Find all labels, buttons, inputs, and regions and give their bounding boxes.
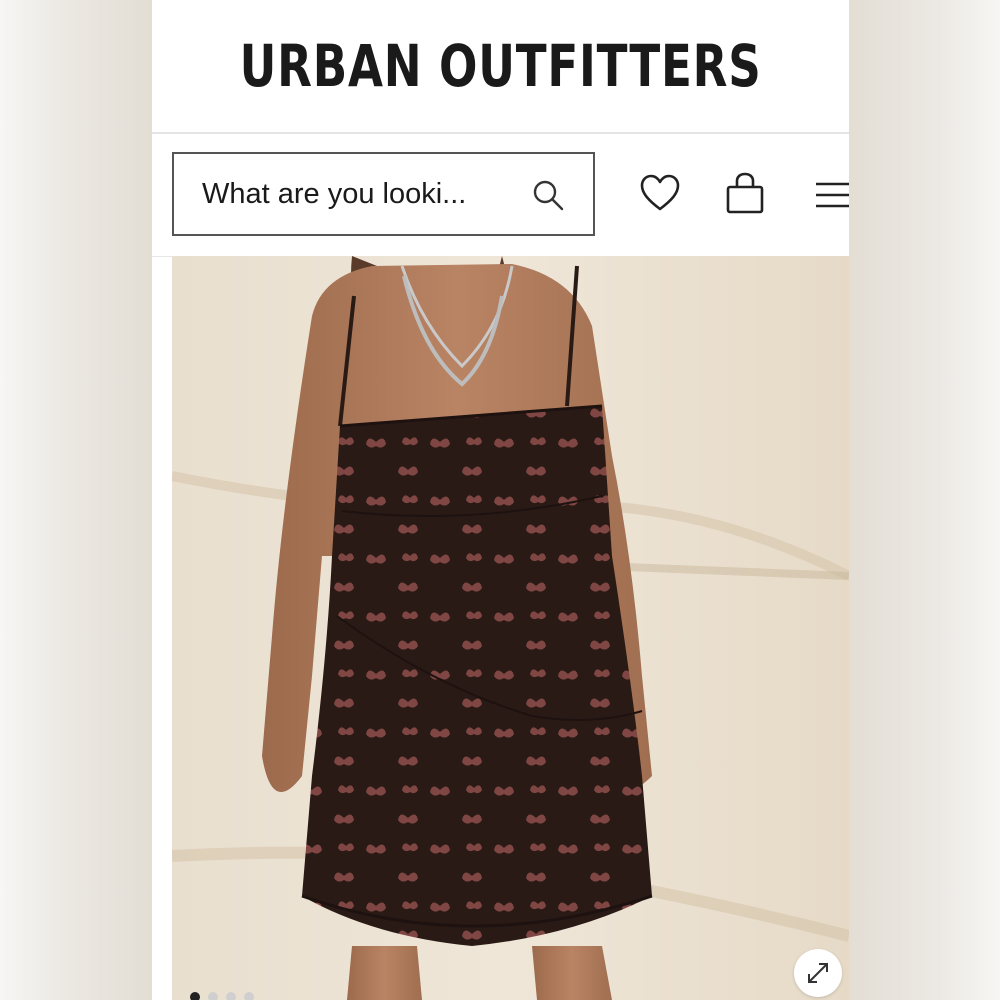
left-background-blur (0, 0, 152, 1000)
toolbar (152, 134, 849, 257)
hamburger-menu-icon[interactable] (814, 181, 849, 209)
carousel-indicators (190, 992, 254, 1000)
product-image[interactable] (172, 256, 849, 1000)
brand-logo[interactable]: URBAN OUTFITTERS (239, 32, 761, 100)
search-icon[interactable] (531, 178, 565, 212)
shopping-bag-icon[interactable] (726, 172, 764, 214)
search-input[interactable] (202, 177, 522, 211)
expand-image-button[interactable] (794, 949, 842, 997)
carousel-dot[interactable] (190, 992, 200, 1000)
right-background-blur (848, 0, 1000, 1000)
expand-icon (808, 963, 828, 983)
site-header: URBAN OUTFITTERS (152, 0, 849, 134)
carousel-dot[interactable] (244, 992, 254, 1000)
carousel-dot[interactable] (226, 992, 236, 1000)
heart-icon[interactable] (640, 174, 680, 212)
mobile-screen: URBAN OUTFITTERS (152, 0, 849, 1000)
search-bar[interactable] (172, 152, 595, 236)
carousel-dot[interactable] (208, 992, 218, 1000)
product-photo (172, 256, 849, 1000)
